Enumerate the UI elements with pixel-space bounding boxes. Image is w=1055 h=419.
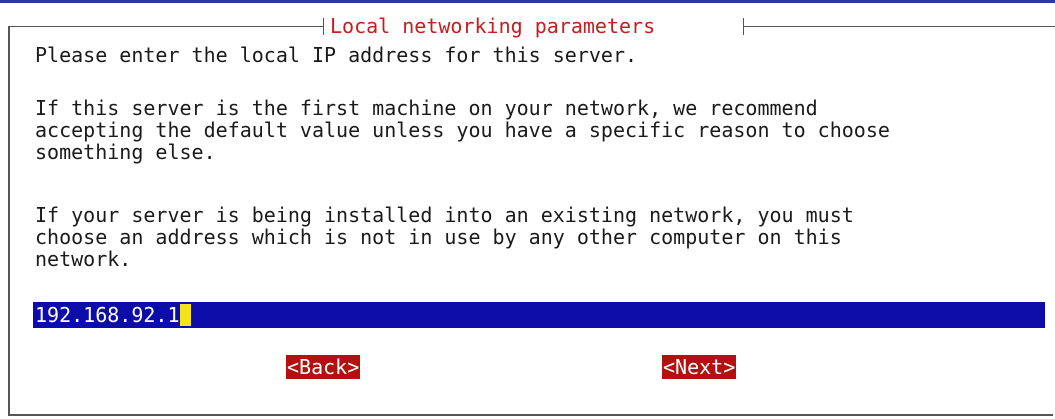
dialog-frame-top-left (8, 26, 323, 27)
existing-network-note: If your server is being installed into a… (35, 203, 854, 271)
first-machine-note: If this server is the first machine on y… (35, 96, 890, 164)
text-cursor (179, 304, 191, 326)
dialog-frame-top-right (744, 26, 1055, 27)
ip-address-input[interactable]: 192.168.92.1 ____________________________… (33, 302, 1045, 328)
title-bracket-left (323, 18, 324, 35)
ip-address-value: 192.168.92.1 (35, 303, 180, 327)
input-fill-underscores: ________________________________________… (190, 307, 1034, 328)
top-screen-bar (0, 0, 1055, 3)
back-button[interactable]: <Back> (286, 355, 361, 379)
next-button[interactable]: <Next> (662, 355, 737, 379)
title-bracket-right (743, 18, 744, 35)
dialog-title: Local networking parameters (330, 14, 656, 38)
instruction-text: Please enter the local IP address for th… (35, 43, 638, 67)
